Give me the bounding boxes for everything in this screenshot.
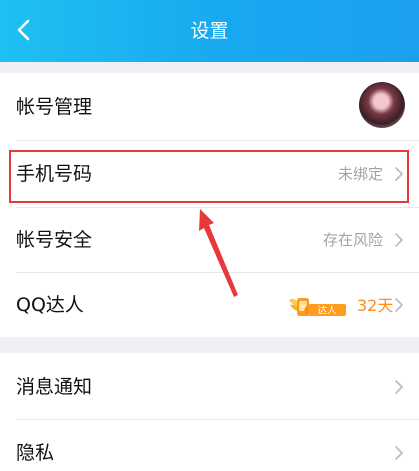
page-title: 设置 — [190, 20, 229, 42]
chevron-right-icon — [395, 446, 403, 460]
account-security-status: 存在风险 — [322, 231, 383, 249]
message-notification-label: 消息通知 — [16, 376, 93, 398]
message-notification-row[interactable]: 消息通知 — [0, 353, 419, 419]
chevron-right-icon — [395, 298, 403, 312]
title-bar: 设置 — [0, 0, 419, 62]
qq-daren-badge-text: 达人 — [317, 305, 337, 317]
account-security-label: 帐号安全 — [16, 229, 93, 251]
qq-daren-label: QQ达人 — [16, 294, 84, 316]
highlight-box — [9, 150, 409, 203]
qq-daren-days: 32天 — [357, 296, 394, 315]
red-annotation-arrow — [199, 209, 238, 297]
chevron-right-icon — [395, 233, 403, 247]
account-management-label: 帐号管理 — [16, 96, 93, 118]
chevron-right-icon — [395, 380, 403, 394]
account-management-row[interactable]: 帐号管理 — [0, 73, 419, 140]
privacy-row[interactable]: 隐私 — [0, 420, 419, 471]
privacy-label: 隐私 — [16, 442, 55, 464]
other-settings-group: 消息通知 隐私 — [0, 353, 419, 471]
avatar — [359, 82, 405, 128]
qq-daren-badge-icon: 达人 — [289, 298, 346, 317]
